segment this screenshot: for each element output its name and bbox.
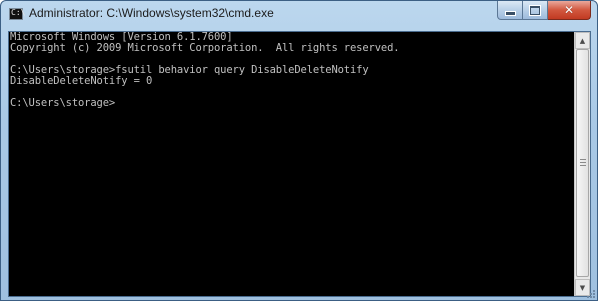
- close-icon: ✕: [563, 3, 575, 17]
- window-title: Administrator: C:\Windows\system32\cmd.e…: [29, 6, 274, 20]
- close-button[interactable]: ✕: [548, 1, 591, 20]
- console-output[interactable]: Microsoft Windows [Version 6.1.7600] Cop…: [9, 32, 575, 296]
- minimize-button[interactable]: [497, 1, 523, 20]
- thumb-grip: [580, 159, 586, 160]
- scroll-up-button[interactable]: ▲: [575, 32, 590, 49]
- minimize-icon: [504, 11, 516, 16]
- caption-buttons: ✕: [497, 1, 591, 20]
- console-prompt-line[interactable]: C:\Users\storage>: [10, 98, 575, 109]
- console-area[interactable]: Microsoft Windows [Version 6.1.7600] Cop…: [8, 31, 591, 297]
- maximize-icon: [530, 5, 540, 15]
- cmd-window: C:\ Administrator: C:\Windows\system32\c…: [0, 0, 598, 301]
- maximize-button[interactable]: [523, 1, 548, 20]
- scrollbar-thumb[interactable]: [576, 49, 589, 277]
- thumb-grip: [580, 165, 586, 166]
- cmd-icon-glyph: C:\: [11, 8, 26, 17]
- console-line: Copyright (c) 2009 Microsoft Corporation…: [10, 42, 400, 54]
- cmd-icon[interactable]: C:\: [9, 8, 26, 20]
- scroll-up-icon: ▲: [579, 36, 586, 45]
- resize-grip[interactable]: [585, 288, 595, 298]
- console-line: DisableDeleteNotify = 0: [10, 75, 153, 87]
- thumb-grip: [580, 162, 586, 163]
- vertical-scrollbar[interactable]: ▲ ▼: [574, 32, 590, 296]
- title-bar[interactable]: C:\ Administrator: C:\Windows\system32\c…: [1, 1, 597, 31]
